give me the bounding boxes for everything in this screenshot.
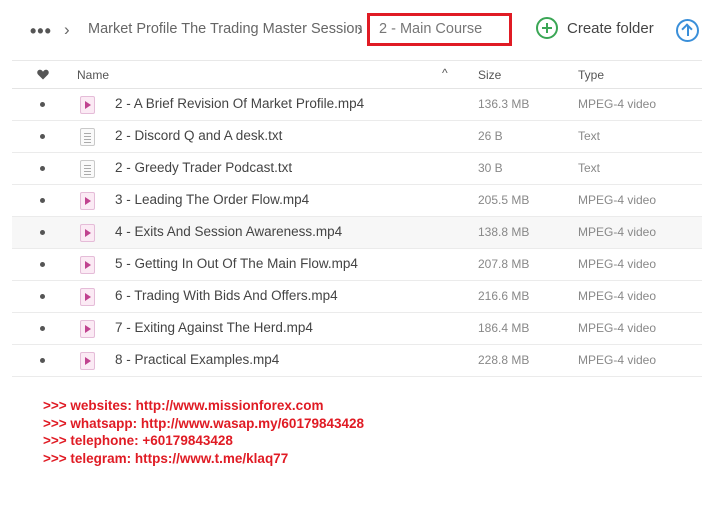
table-row[interactable]: 2 - Discord Q and A desk.txt 26 B Text	[12, 121, 702, 153]
file-type: Text	[578, 129, 601, 143]
file-name[interactable]: 6 - Trading With Bids And Offers.mp4	[115, 288, 338, 303]
video-file-icon	[80, 224, 95, 242]
favorite-dot-icon[interactable]	[40, 358, 45, 363]
chevron-right-icon: ›	[64, 20, 70, 39]
file-type: MPEG-4 video	[578, 193, 657, 207]
sort-ascending-icon[interactable]: ^	[442, 66, 448, 80]
file-size: 207.8 MB	[478, 257, 530, 271]
column-header-name[interactable]: Name	[77, 68, 109, 82]
file-type: MPEG-4 video	[578, 97, 657, 111]
column-header-size[interactable]: Size	[478, 68, 501, 82]
file-size: 205.5 MB	[478, 193, 530, 207]
video-file-icon	[80, 288, 95, 306]
video-file-icon	[80, 96, 95, 114]
video-file-icon	[80, 352, 95, 370]
favorite-dot-icon[interactable]	[40, 326, 45, 331]
create-folder-button[interactable]: Create folder	[536, 17, 654, 39]
file-type: MPEG-4 video	[578, 353, 657, 367]
breadcrumb-current-label: 2 - Main Course	[379, 21, 483, 37]
file-name[interactable]: 8 - Practical Examples.mp4	[115, 352, 279, 367]
text-file-icon	[80, 160, 95, 178]
table-header: Name ^ Size Type	[12, 60, 702, 89]
video-file-icon	[80, 192, 95, 210]
create-folder-label: Create folder	[567, 19, 654, 37]
favorite-dot-icon[interactable]	[40, 198, 45, 203]
file-type: MPEG-4 video	[578, 289, 657, 303]
file-name[interactable]: 3 - Leading The Order Flow.mp4	[115, 192, 309, 207]
heart-icon[interactable]	[37, 69, 49, 80]
file-name[interactable]: 4 - Exits And Session Awareness.mp4	[115, 224, 342, 239]
more-options-icon[interactable]: •••	[30, 21, 52, 42]
file-size: 30 B	[478, 161, 503, 175]
chevron-right-icon: ›	[357, 20, 363, 39]
file-size: 228.8 MB	[478, 353, 530, 367]
file-list: 2 - A Brief Revision Of Market Profile.m…	[12, 89, 702, 377]
favorite-dot-icon[interactable]	[40, 294, 45, 299]
file-type: MPEG-4 video	[578, 257, 657, 271]
favorite-dot-icon[interactable]	[40, 262, 45, 267]
file-name[interactable]: 2 - Greedy Trader Podcast.txt	[115, 160, 292, 175]
file-type: MPEG-4 video	[578, 225, 657, 239]
favorite-dot-icon[interactable]	[40, 102, 45, 107]
breadcrumb-current: 2 - Main Course	[367, 13, 512, 46]
table-row[interactable]: 7 - Exiting Against The Herd.mp4 186.4 M…	[12, 313, 702, 345]
promo-line-telegram: >>> telegram: https://www.t.me/klaq77	[43, 451, 289, 467]
breadcrumb-parent[interactable]: Market Profile The Trading Master Sessio…	[88, 21, 363, 37]
file-name[interactable]: 7 - Exiting Against The Herd.mp4	[115, 320, 313, 335]
top-bar: ••• › Market Profile The Trading Master …	[0, 0, 702, 60]
file-size: 186.4 MB	[478, 321, 530, 335]
file-size: 138.8 MB	[478, 225, 530, 239]
table-row[interactable]: 8 - Practical Examples.mp4 228.8 MB MPEG…	[12, 345, 702, 377]
file-name[interactable]: 5 - Getting In Out Of The Main Flow.mp4	[115, 256, 358, 271]
favorite-dot-icon[interactable]	[40, 134, 45, 139]
file-size: 26 B	[478, 129, 503, 143]
promo-overlay: >>> websites: http://www.missionforex.co…	[43, 397, 364, 468]
promo-line-website: >>> websites: http://www.missionforex.co…	[43, 398, 324, 413]
promo-line-telephone: >>> telephone: +60179843428	[43, 433, 233, 449]
video-file-icon	[80, 320, 95, 338]
file-name[interactable]: 2 - Discord Q and A desk.txt	[115, 128, 282, 143]
file-size: 216.6 MB	[478, 289, 530, 303]
table-row[interactable]: 6 - Trading With Bids And Offers.mp4 216…	[12, 281, 702, 313]
file-size: 136.3 MB	[478, 97, 530, 111]
text-file-icon	[80, 128, 95, 146]
column-header-type[interactable]: Type	[578, 68, 604, 82]
promo-line-whatsapp: >>> whatsapp: http://www.wasap.my/601798…	[43, 415, 365, 431]
file-type: Text	[578, 161, 601, 175]
table-row[interactable]: 4 - Exits And Session Awareness.mp4 138.…	[12, 217, 702, 249]
plus-circle-icon	[536, 17, 558, 39]
table-row[interactable]: 2 - A Brief Revision Of Market Profile.m…	[12, 89, 702, 121]
table-row[interactable]: 3 - Leading The Order Flow.mp4 205.5 MB …	[12, 185, 702, 217]
table-row[interactable]: 2 - Greedy Trader Podcast.txt 30 B Text	[12, 153, 702, 185]
table-row[interactable]: 5 - Getting In Out Of The Main Flow.mp4 …	[12, 249, 702, 281]
video-file-icon	[80, 256, 95, 274]
favorite-dot-icon[interactable]	[40, 230, 45, 235]
upload-icon[interactable]	[676, 19, 699, 42]
file-name[interactable]: 2 - A Brief Revision Of Market Profile.m…	[115, 96, 364, 111]
favorite-dot-icon[interactable]	[40, 166, 45, 171]
file-type: MPEG-4 video	[578, 321, 657, 335]
